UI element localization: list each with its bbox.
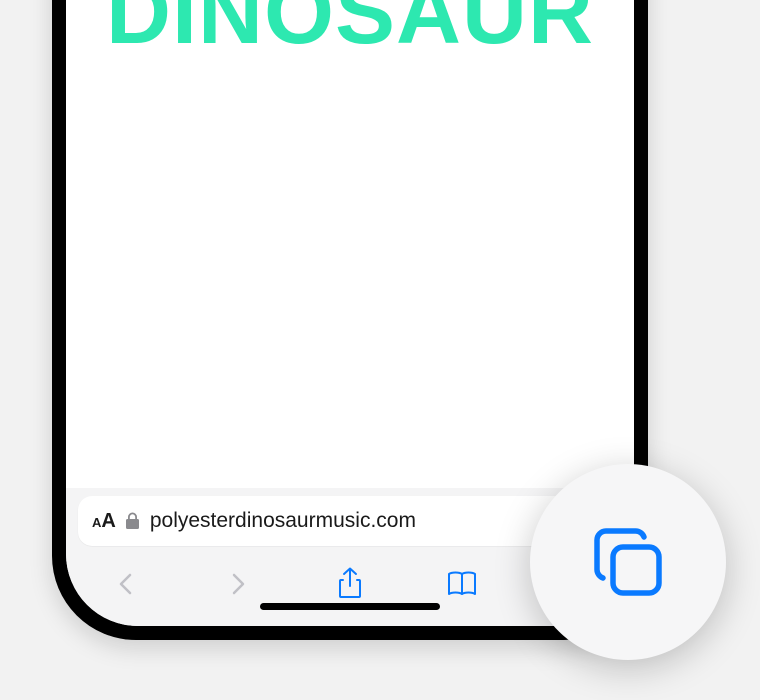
- aa-small-letter: A: [92, 515, 100, 530]
- web-content-area: POLYESTER DINOSAUR: [66, 0, 634, 488]
- share-icon: [336, 567, 364, 601]
- url-text[interactable]: polyesterdinosaurmusic.com: [150, 509, 576, 533]
- chevron-left-icon: [115, 569, 137, 599]
- canvas: POLYESTER DINOSAUR A A polyesterdinos: [0, 0, 760, 700]
- page-heading: POLYESTER DINOSAUR: [66, 0, 634, 55]
- chevron-right-icon: [227, 569, 249, 599]
- aa-big-letter: A: [101, 510, 114, 533]
- back-button[interactable]: [106, 564, 146, 604]
- forward-button[interactable]: [218, 564, 258, 604]
- brand-line-2: DINOSAUR: [66, 0, 634, 55]
- tabs-button-callout: [530, 464, 726, 660]
- share-button[interactable]: [330, 564, 370, 604]
- book-icon: [445, 569, 479, 599]
- lock-icon: [125, 512, 140, 530]
- tabs-icon: [585, 519, 671, 605]
- text-size-button[interactable]: A A: [92, 510, 115, 533]
- home-indicator[interactable]: [260, 603, 440, 610]
- bookmarks-button[interactable]: [442, 564, 482, 604]
